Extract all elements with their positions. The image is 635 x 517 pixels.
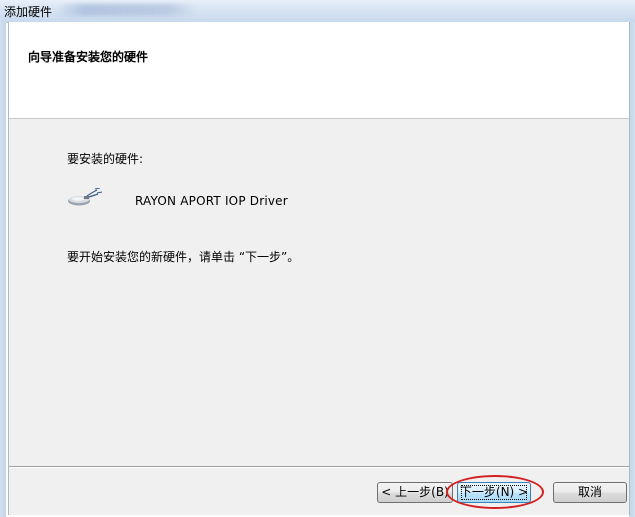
button-area-separator: [9, 466, 629, 468]
focus-rectangle: [461, 485, 527, 500]
next-button[interactable]: 下一步(N) >: [457, 482, 531, 503]
page-title: 向导准备安装您的硬件: [28, 50, 149, 64]
hardware-to-install-label: 要安装的硬件:: [67, 152, 144, 166]
instruction-text: 要开始安装您的新硬件，请单击 “下一步”。: [67, 250, 300, 264]
add-hardware-wizard-window: 添加硬件 向导准备安装您的硬件 要安装的硬件: RAYON APORT IOP …: [0, 0, 635, 517]
wizard-header: 向导准备安装您的硬件: [9, 22, 629, 119]
blurred-title-region: [56, 4, 196, 16]
window-title: 添加硬件: [4, 5, 53, 19]
hardware-device-icon: [67, 187, 103, 208]
wizard-content: 向导准备安装您的硬件 要安装的硬件: RAYON APORT IOP Drive…: [8, 22, 630, 515]
cancel-button[interactable]: 取消: [553, 482, 627, 503]
back-button[interactable]: < 上一步(B): [377, 482, 453, 503]
device-name: RAYON APORT IOP Driver: [135, 194, 288, 208]
window-frame-left: [0, 22, 6, 517]
title-bar[interactable]: 添加硬件: [0, 0, 635, 23]
